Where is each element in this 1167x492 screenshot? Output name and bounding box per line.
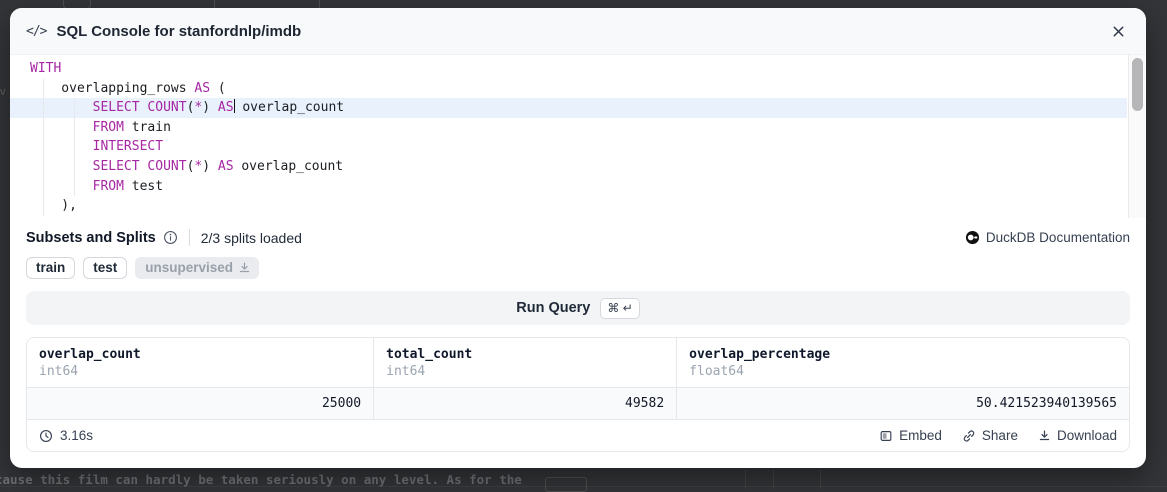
sql-keyword: COUNT (147, 100, 186, 115)
column-header-total_count[interactable]: total_count int64 (374, 338, 677, 387)
column-type: int64 (386, 364, 664, 379)
sql-text (30, 139, 93, 154)
sql-keyword: INTERSECT (93, 139, 163, 154)
sql-text: ( (210, 81, 226, 96)
sql-text: ) (202, 100, 218, 115)
sql-keyword: FROM (93, 120, 124, 135)
split-tag-unsupervised[interactable]: unsupervised (135, 257, 259, 279)
sql-text (30, 159, 93, 174)
embed-button[interactable]: Embed (879, 428, 942, 443)
download-label: Download (1057, 428, 1117, 443)
sql-keyword: AS (194, 81, 210, 96)
split-tag-label: unsupervised (145, 260, 233, 275)
sql-code: WITH overlapping_rows AS ( SELECT COUNT(… (10, 59, 1146, 216)
code-line[interactable]: INTERSECT (10, 137, 1127, 157)
result-cell-overlap_percentage: 50.421523940139565 (677, 388, 1129, 419)
code-line[interactable]: FROM test (10, 177, 1127, 197)
close-button[interactable] (1107, 20, 1130, 43)
split-tag-label: train (36, 260, 65, 275)
subsets-title: Subsets and Splits (26, 230, 156, 246)
dimmed-page-column-border (745, 470, 746, 489)
sql-keyword: WITH (30, 61, 61, 76)
result-cell-total_count: 49582 (374, 388, 677, 419)
modal-title: SQL Console for stanfordnlp/imdb (56, 23, 301, 40)
splits-loaded-status: 2/3 splits loaded (201, 230, 302, 246)
editor-scrollbar[interactable] (1128, 55, 1146, 218)
result-cell-overlap_count: 25000 (27, 388, 374, 419)
close-icon (1111, 24, 1126, 39)
run-query-button[interactable]: Run Query ⌘ ↵ (26, 291, 1130, 325)
editor-scrollbar-thumb[interactable] (1132, 58, 1143, 111)
embed-icon (879, 429, 893, 443)
duckdb-logo-icon (965, 230, 980, 245)
sql-keyword: AS (218, 159, 234, 174)
clock-icon (39, 429, 53, 443)
dimmed-page-column-border (820, 470, 821, 489)
code-line[interactable]: WITH (10, 59, 1127, 79)
results-data-row: 250004958250.421523940139565 (27, 387, 1129, 420)
indent-guide (43, 79, 44, 216)
sql-text: overlap_count (235, 100, 345, 115)
sql-text: test (124, 179, 163, 194)
code-line-active[interactable]: SELECT COUNT(*) AS overlap_count (10, 98, 1127, 118)
column-type: float64 (689, 364, 1117, 379)
column-name: total_count (386, 347, 664, 362)
modal-header: </> SQL Console for stanfordnlp/imdb (10, 8, 1146, 55)
sql-editor[interactable]: WITH overlapping_rows AS ( SELECT COUNT(… (10, 55, 1146, 218)
download-icon (238, 261, 251, 274)
info-icon[interactable] (163, 230, 178, 245)
column-header-overlap_percentage[interactable]: overlap_percentage float64 (677, 338, 1129, 387)
embed-label: Embed (899, 428, 942, 443)
query-duration: 3.16s (39, 428, 93, 443)
split-tag-label: test (93, 260, 117, 275)
dimmed-page-element (545, 477, 587, 492)
column-type: int64 (39, 364, 361, 379)
divider (189, 229, 190, 246)
code-line[interactable]: FROM train (10, 118, 1127, 138)
results-actions: Embed Share Download (879, 428, 1117, 443)
keyboard-shortcut-badge: ⌘ ↵ (600, 298, 639, 319)
sql-text: train (124, 120, 171, 135)
download-button[interactable]: Download (1038, 428, 1117, 443)
sql-text (30, 120, 93, 135)
results-footer-row: 3.16s Embed Share Download (27, 420, 1129, 451)
dimmed-page-review-text: cause this film can hardly be taken seri… (0, 472, 522, 487)
duckdb-documentation-link[interactable]: DuckDB Documentation (965, 230, 1130, 245)
dimmed-page-fragment: v (0, 86, 6, 98)
code-line[interactable]: SELECT COUNT(*) AS overlap_count (10, 157, 1127, 177)
column-header-overlap_count[interactable]: overlap_count int64 (27, 338, 374, 387)
subsets-row: Subsets and Splits 2/3 splits loaded Duc… (10, 218, 1146, 248)
sql-text (30, 179, 93, 194)
code-brackets-icon: </> (26, 24, 46, 39)
results-header-row: overlap_countint64total_countint64overla… (27, 338, 1129, 387)
split-tags-row: train test unsupervised (10, 248, 1146, 281)
sql-keyword: SELECT (93, 159, 140, 174)
share-button[interactable]: Share (962, 428, 1018, 443)
sql-text: ) (202, 159, 218, 174)
sql-text (30, 100, 93, 115)
query-results-card: overlap_countint64total_countint64overla… (26, 337, 1130, 452)
sql-keyword: FROM (93, 179, 124, 194)
dimmed-page-column-border (773, 470, 774, 489)
run-query-label: Run Query (516, 300, 590, 316)
sql-text: overlapping_rows (30, 81, 194, 96)
sql-keyword: AS (218, 100, 234, 115)
sql-keyword: COUNT (147, 159, 186, 174)
column-name: overlap_percentage (689, 347, 1117, 362)
code-line[interactable]: ), (10, 196, 1127, 216)
share-icon (962, 429, 976, 443)
download-icon (1038, 429, 1051, 442)
column-name: overlap_count (39, 347, 361, 362)
sql-console-modal: </> SQL Console for stanfordnlp/imdb WIT… (10, 8, 1146, 468)
sql-keyword: SELECT (93, 100, 140, 115)
query-duration-value: 3.16s (60, 428, 93, 443)
sql-text: ), (30, 198, 77, 213)
split-tag-train[interactable]: train (26, 257, 75, 279)
split-tag-test[interactable]: test (83, 257, 127, 279)
code-line[interactable]: overlapping_rows AS ( (10, 79, 1127, 99)
duckdb-documentation-label: DuckDB Documentation (986, 230, 1130, 245)
sql-text: overlap_count (234, 159, 344, 174)
indent-guide (74, 98, 75, 196)
share-label: Share (982, 428, 1018, 443)
